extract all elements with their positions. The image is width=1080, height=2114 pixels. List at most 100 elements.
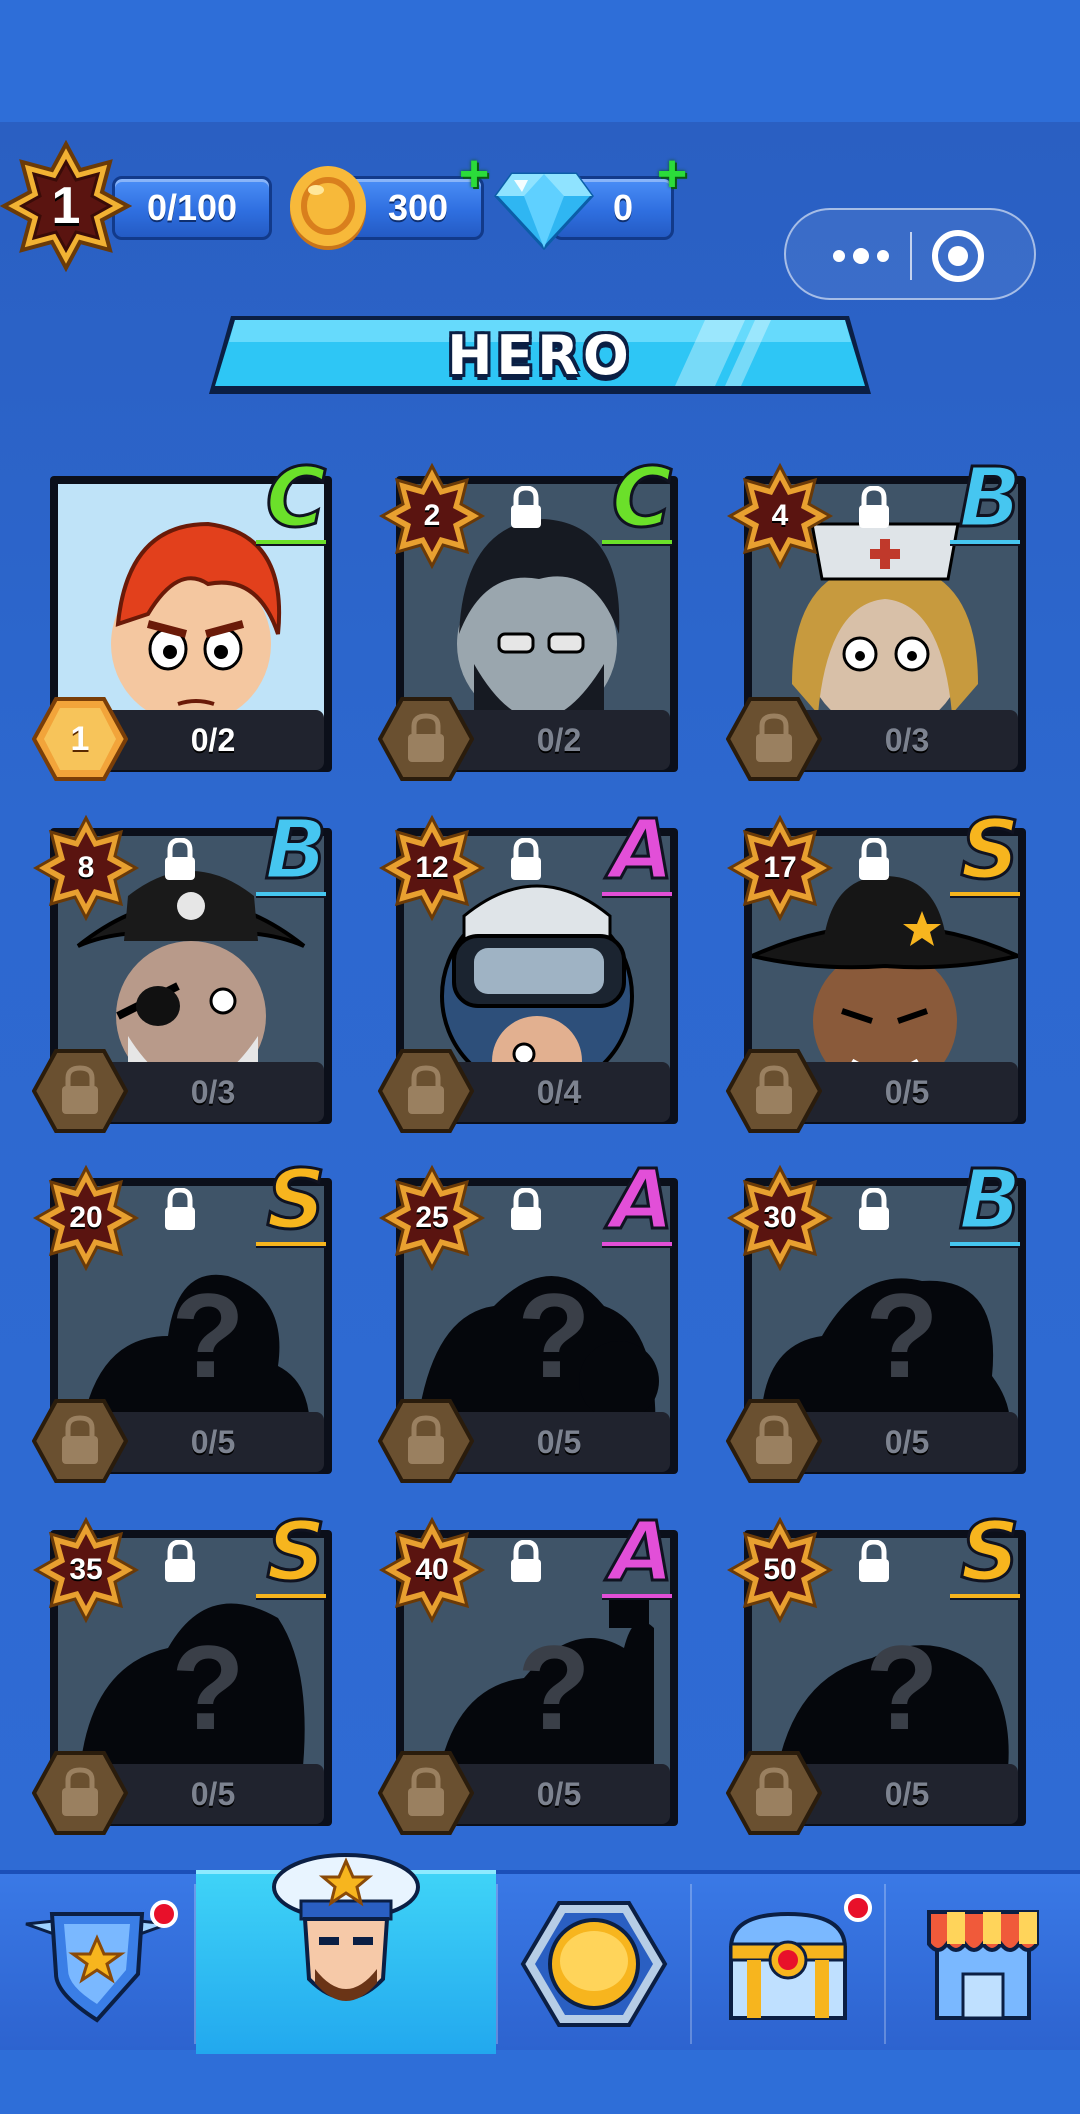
hero-card[interactable]: ? 0/5 40 A xyxy=(377,1510,678,1835)
gold-coin-icon xyxy=(520,1901,668,2027)
hero-card[interactable]: 0/5 17 S xyxy=(725,808,1026,1133)
rank-badge: C xyxy=(256,456,336,548)
chest-notification-dot xyxy=(844,1894,872,1922)
unlock-level-star: 8 xyxy=(32,814,140,922)
page-title: HERO xyxy=(447,323,633,387)
unlock-level-star: 50 xyxy=(726,1516,834,1624)
unlock-level-star: 2 xyxy=(378,462,486,570)
unlock-level: 40 xyxy=(415,1553,449,1586)
add-gems-button[interactable]: + xyxy=(652,148,692,200)
shard-progress: 0/2 xyxy=(448,710,670,770)
lock-icon xyxy=(162,1187,198,1232)
add-coins-button[interactable]: + xyxy=(454,148,494,200)
level-badge: 1 xyxy=(31,696,129,782)
shard-progress: 0/5 xyxy=(102,1412,324,1472)
shard-progress-label: 0/5 xyxy=(190,1775,236,1812)
rank-badge: B xyxy=(256,808,336,900)
diamond-icon xyxy=(494,172,594,250)
rank-badge: B xyxy=(950,456,1030,548)
shard-progress-label: 0/4 xyxy=(536,1073,582,1110)
lock-icon xyxy=(508,837,544,882)
battle-notification-dot xyxy=(150,1900,178,1928)
nav-item-chest[interactable] xyxy=(692,1874,884,2054)
hero-card[interactable]: ? 0/5 35 S xyxy=(31,1510,332,1835)
hero-card[interactable]: ? 0/5 50 S xyxy=(725,1510,1026,1835)
nav-item-hero[interactable] xyxy=(196,1853,496,2054)
locked-badge xyxy=(377,1750,475,1836)
gem-resource: 0 + xyxy=(494,148,694,250)
unlock-level-star: 20 xyxy=(32,1164,140,1272)
rank-badge: S xyxy=(256,1158,336,1250)
unlock-level-star: 30 xyxy=(726,1164,834,1272)
unlock-level: 20 xyxy=(69,1201,103,1234)
unlock-level-star: 4 xyxy=(726,462,834,570)
lock-icon xyxy=(162,1539,198,1584)
unknown-hero-icon: ? xyxy=(171,1269,245,1403)
hero-card[interactable]: 0/4 12 A xyxy=(377,808,678,1133)
hero-card[interactable]: 0/2 2 C xyxy=(377,456,678,781)
shard-progress: 0/5 xyxy=(448,1764,670,1824)
shard-progress-label: 0/5 xyxy=(536,1775,582,1812)
locked-badge xyxy=(31,1398,129,1484)
gem-value: 0 xyxy=(612,187,634,228)
unlock-level: 25 xyxy=(415,1201,449,1234)
xp-resource: 0/100 1 xyxy=(0,139,280,273)
nav-item-battle[interactable] xyxy=(0,1874,194,2054)
coin-value: 300 xyxy=(387,187,449,228)
unknown-hero-icon: ? xyxy=(517,1269,591,1403)
shard-progress-label: 0/5 xyxy=(190,1423,236,1460)
hero-card[interactable]: ? 0/5 20 S xyxy=(31,1158,332,1483)
player-level: 1 xyxy=(51,177,81,235)
hero-card[interactable]: 0/3 8 B xyxy=(31,808,332,1133)
shield-star-icon xyxy=(25,1912,169,2023)
hero-captain-icon xyxy=(272,1853,420,2001)
unlock-level-star: 40 xyxy=(378,1516,486,1624)
hero-card[interactable]: ? 0/5 25 A xyxy=(377,1158,678,1483)
xp-value: 0/100 xyxy=(146,187,238,228)
locked-badge xyxy=(725,1750,823,1836)
shard-progress-label: 0/5 xyxy=(884,1423,930,1460)
unlock-level: 8 xyxy=(77,851,95,884)
shard-progress-label: 0/5 xyxy=(536,1423,582,1460)
nav-item-coins[interactable] xyxy=(498,1874,690,2054)
bottom-strip xyxy=(0,2050,1080,2114)
unlock-level: 12 xyxy=(415,851,449,884)
coin-resource: 300 + xyxy=(286,148,489,250)
close-app-button[interactable] xyxy=(932,230,984,282)
lock-icon xyxy=(856,1539,892,1584)
lock-icon xyxy=(508,485,544,530)
shard-progress-label: 0/2 xyxy=(190,721,236,758)
locked-badge xyxy=(377,696,475,782)
rank-badge: A xyxy=(602,808,682,900)
gold-coin-icon xyxy=(290,166,366,250)
shard-progress: 0/3 xyxy=(102,1062,324,1122)
unlock-level: 30 xyxy=(763,1201,797,1234)
locked-badge xyxy=(31,1750,129,1836)
lock-icon xyxy=(856,1187,892,1232)
hero-card[interactable]: 0/2 1 C xyxy=(31,456,332,781)
shard-progress: 0/5 xyxy=(102,1764,324,1824)
xp-pill: 0/100 xyxy=(112,176,272,240)
unlock-level-star: 12 xyxy=(378,814,486,922)
unlock-level-star: 35 xyxy=(32,1516,140,1624)
shard-progress-label: 0/5 xyxy=(884,1775,930,1812)
rank-badge: S xyxy=(950,1510,1030,1602)
shard-progress-label: 0/3 xyxy=(190,1073,236,1110)
locked-badge xyxy=(377,1398,475,1484)
lock-icon xyxy=(508,1187,544,1232)
bottom-navigation xyxy=(0,1853,1080,2054)
unlock-level: 2 xyxy=(423,499,441,532)
shard-progress: 0/3 xyxy=(796,710,1018,770)
nav-item-shop[interactable] xyxy=(886,1874,1080,2054)
hero-card[interactable]: 0/3 4 B xyxy=(725,456,1026,781)
locked-badge xyxy=(377,1048,475,1134)
shop-icon xyxy=(927,1910,1039,2020)
hero-card[interactable]: ? 0/5 30 B xyxy=(725,1158,1026,1483)
rank-badge: C xyxy=(602,456,682,548)
locked-badge xyxy=(725,1398,823,1484)
unlock-level-star: 25 xyxy=(378,1164,486,1272)
unknown-hero-icon: ? xyxy=(171,1621,245,1755)
hero-title-banner: HERO xyxy=(205,312,875,398)
lock-icon xyxy=(162,837,198,882)
more-options-button[interactable] xyxy=(816,210,906,302)
